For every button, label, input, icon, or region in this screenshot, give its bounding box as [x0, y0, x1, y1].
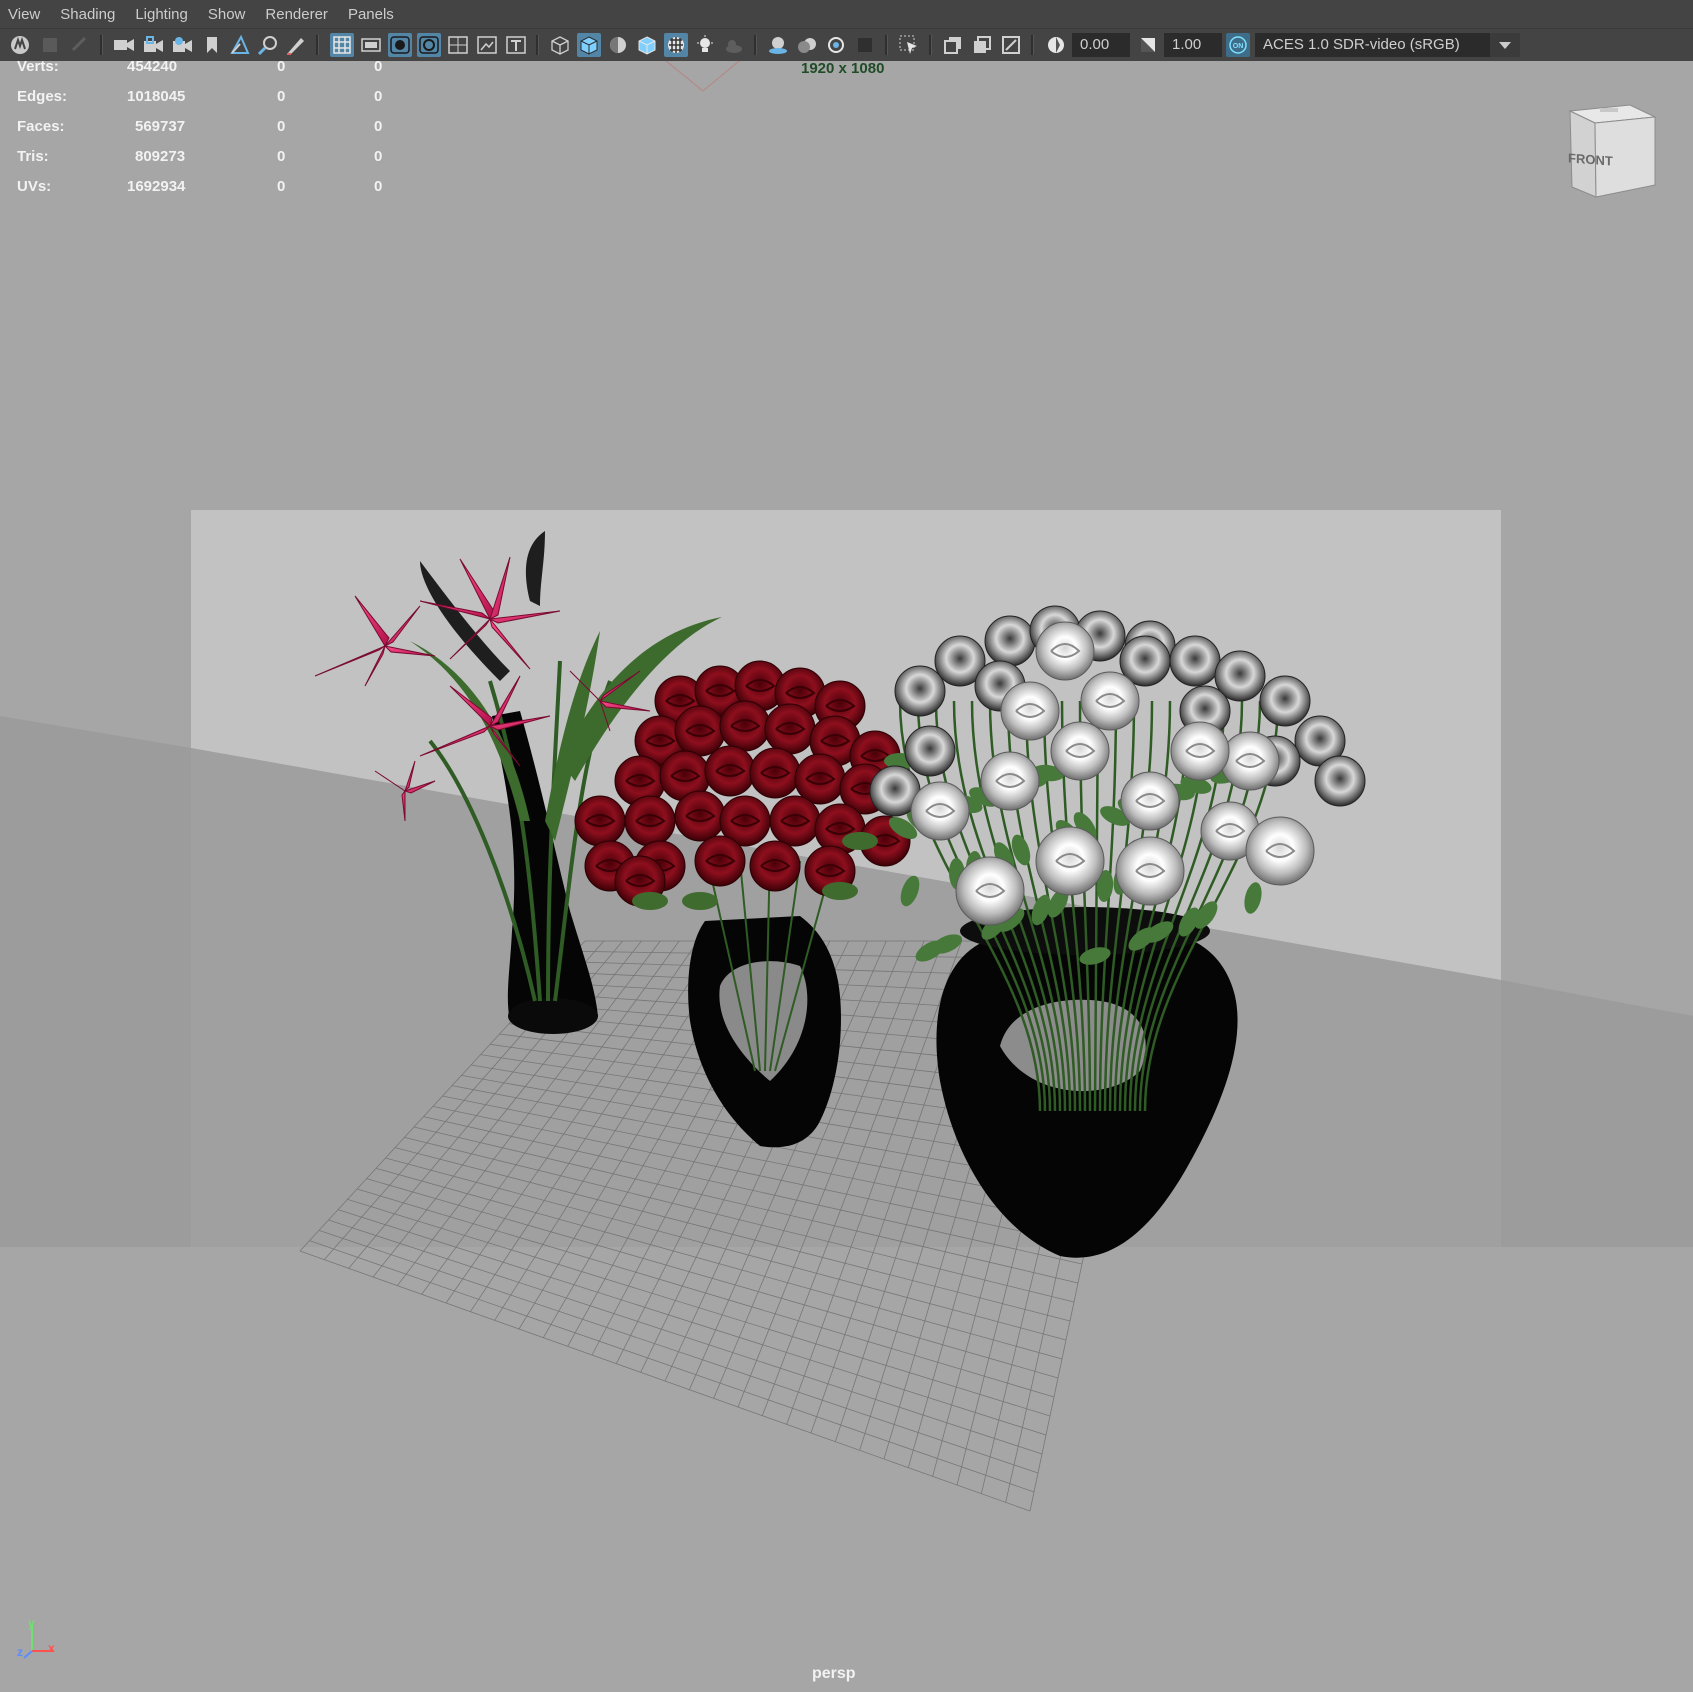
safe-action-icon[interactable]	[475, 33, 499, 57]
resolution-gate-label: 1920 x 1080	[801, 60, 885, 77]
depth-of-field-icon[interactable]	[853, 33, 877, 57]
menu-view[interactable]: View	[0, 6, 52, 23]
wireframe-on-shaded-icon[interactable]	[635, 33, 659, 57]
gamma-field[interactable]: 1.00	[1164, 33, 1222, 57]
grease-pencil-icon[interactable]	[284, 33, 308, 57]
color-management-icon[interactable]: ON	[1226, 33, 1250, 57]
menu-renderer[interactable]: Renderer	[257, 6, 340, 23]
use-default-material-icon[interactable]	[606, 33, 630, 57]
axis-z-label: z	[17, 1645, 23, 1659]
select-camera-icon[interactable]	[112, 33, 136, 57]
motion-blur-icon[interactable]	[795, 33, 819, 57]
menu-show[interactable]: Show	[200, 6, 258, 23]
camera-attributes-icon[interactable]	[170, 33, 194, 57]
use-all-lights-icon[interactable]	[693, 33, 717, 57]
field-chart-icon[interactable]	[446, 33, 470, 57]
grid-icon[interactable]	[330, 33, 354, 57]
menu-shading[interactable]: Shading	[52, 6, 127, 23]
camera-lock-icon[interactable]	[141, 33, 165, 57]
gate-mask-icon[interactable]	[417, 33, 441, 57]
bookmark-icon[interactable]	[200, 33, 224, 57]
panel-toolbar: 0.00 1.00 ON ACES 1.0 SDR-video (sRGB)	[0, 28, 1693, 62]
gamma-icon[interactable]	[1136, 33, 1160, 57]
two-d-pan-zoom-icon[interactable]	[256, 33, 280, 57]
camera-lock-icon[interactable]	[38, 33, 62, 57]
smooth-shade-icon[interactable]	[577, 33, 601, 57]
exposure-icon[interactable]	[1044, 33, 1068, 57]
textured-icon[interactable]	[664, 33, 688, 57]
scene-render	[0, 61, 1693, 1692]
chevron-down-icon[interactable]	[1490, 33, 1520, 57]
xray-components-icon[interactable]	[999, 33, 1023, 57]
wireframe-icon[interactable]	[548, 33, 572, 57]
menu-lighting[interactable]: Lighting	[127, 6, 200, 23]
isolate-select-icon[interactable]	[897, 33, 921, 57]
anti-aliasing-icon[interactable]	[824, 33, 848, 57]
panel-menu-bar: View Shading Lighting Show Renderer Pane…	[0, 0, 1693, 28]
axis-x-label: x	[48, 1641, 55, 1655]
camera-name-label: persp	[812, 1665, 856, 1682]
film-gate-icon[interactable]	[359, 33, 383, 57]
svg-text:ON: ON	[1233, 43, 1244, 50]
xray-joints-icon[interactable]	[970, 33, 994, 57]
xray-icon[interactable]	[941, 33, 965, 57]
exposure-field[interactable]: 0.00	[1072, 33, 1130, 57]
camera-attributes-icon[interactable]	[68, 33, 92, 57]
safe-title-icon[interactable]	[504, 33, 528, 57]
maya-logo-icon[interactable]	[8, 33, 32, 57]
menu-panels[interactable]: Panels	[340, 6, 406, 23]
viewcube-front-label[interactable]: FRONT	[1568, 150, 1613, 168]
view-transform-dropdown[interactable]: ACES 1.0 SDR-video (sRGB)	[1255, 33, 1517, 57]
shadows-icon[interactable]	[722, 33, 746, 57]
screen-space-ao-icon[interactable]	[766, 33, 790, 57]
resolution-gate-icon[interactable]	[388, 33, 412, 57]
viewport-3d[interactable]: FRONT y x z	[0, 61, 1693, 1692]
viewcube[interactable]: FRONT	[1560, 99, 1660, 199]
image-plane-icon[interactable]	[228, 33, 252, 57]
axis-y-label: y	[28, 1616, 35, 1630]
